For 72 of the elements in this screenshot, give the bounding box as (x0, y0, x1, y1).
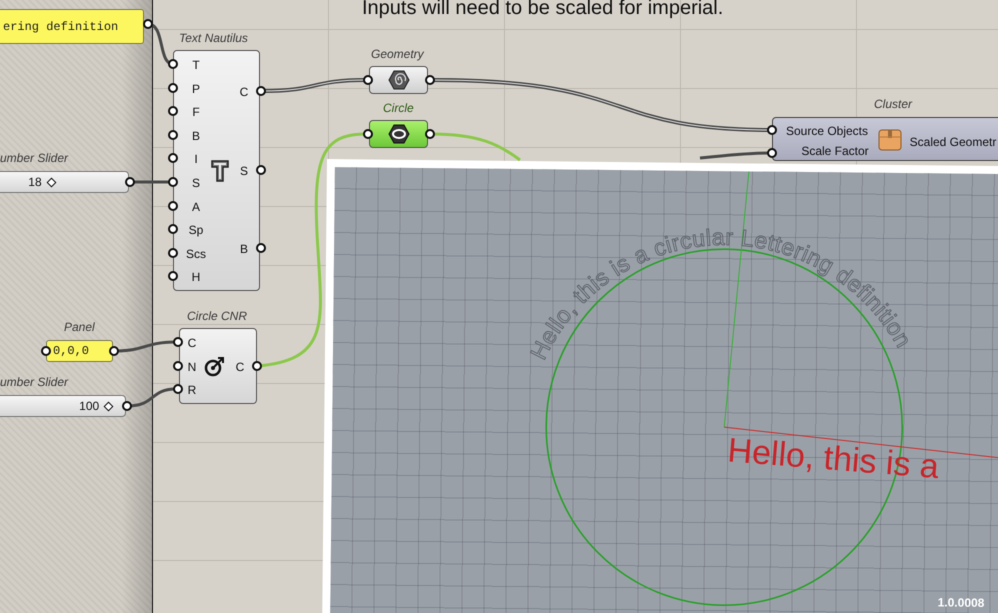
node-title: Text Nautilus (179, 31, 248, 45)
input-grip[interactable] (767, 148, 777, 158)
number-slider[interactable]: 100 (0, 395, 126, 417)
input-grip[interactable] (168, 224, 178, 234)
input-grip[interactable] (168, 200, 178, 211)
input-label: B (192, 128, 200, 143)
node-title: Circle CNR (187, 309, 247, 323)
cluster-component[interactable]: Source Objects Scale Factor Scaled Geometr (772, 117, 998, 161)
input-label: P (192, 82, 200, 96)
number-slider[interactable]: 18 (0, 171, 129, 193)
input-grip[interactable] (41, 346, 51, 356)
text-nautilus-component[interactable]: T P F B I S A Sp Scs H C S B (173, 50, 260, 291)
output-grip[interactable] (109, 346, 119, 356)
output-grip[interactable] (425, 129, 435, 139)
text-tool-icon (209, 159, 231, 183)
box-icon (878, 128, 902, 152)
output-label: B (240, 242, 248, 256)
input-label: Sp (188, 223, 204, 238)
output-grip[interactable] (143, 19, 153, 29)
input-label: Scale Factor (801, 144, 869, 158)
input-label: F (192, 105, 200, 120)
output-grip[interactable] (252, 361, 262, 371)
input-label: Scs (186, 246, 206, 261)
output-label: C (240, 85, 248, 99)
node-title: umber Slider (0, 375, 68, 389)
node-title: Panel (64, 320, 95, 334)
input-grip[interactable] (168, 59, 178, 69)
node-title: Geometry (371, 47, 424, 61)
input-grip[interactable] (363, 75, 373, 85)
version-label: 1.0.0008 (938, 595, 984, 610)
flat-text: Hello, this is a (726, 431, 940, 486)
circle-parameter[interactable] (369, 120, 428, 148)
input-grip[interactable] (168, 82, 178, 93)
input-grip[interactable] (168, 153, 178, 164)
point-panel[interactable]: 0,0,0 (46, 340, 113, 362)
input-grip[interactable] (168, 130, 178, 140)
input-label: I (194, 152, 198, 166)
input-label: T (192, 58, 200, 72)
input-label: R (188, 383, 196, 397)
output-label: S (240, 164, 248, 178)
output-grip[interactable] (125, 177, 135, 187)
input-label: A (192, 200, 200, 214)
input-label: Source Objects (786, 124, 868, 138)
geometry-parameter[interactable] (369, 66, 428, 94)
input-grip[interactable] (168, 177, 178, 187)
output-label: C (236, 360, 244, 374)
circle-cnr-component[interactable]: C N R C (179, 328, 257, 404)
node-title: Circle (383, 101, 414, 115)
output-grip[interactable] (256, 86, 266, 96)
output-label: Scaled Geometr (910, 135, 996, 149)
spiral-icon (388, 70, 410, 90)
output-grip[interactable] (256, 243, 266, 253)
target-arrow-icon (204, 355, 226, 377)
input-grip[interactable] (168, 271, 178, 282)
input-label: C (188, 336, 196, 350)
input-grip[interactable] (168, 248, 178, 258)
output-grip[interactable] (122, 401, 132, 411)
input-grip[interactable] (173, 384, 183, 394)
input-grip[interactable] (173, 360, 183, 370)
node-title: Cluster (874, 97, 912, 111)
input-grip[interactable] (173, 337, 183, 347)
output-grip[interactable] (425, 75, 435, 85)
text-panel[interactable]: ering definition (0, 9, 144, 44)
input-grip[interactable] (363, 129, 373, 139)
input-label: H (192, 270, 200, 284)
input-label: S (192, 176, 200, 190)
input-grip[interactable] (767, 125, 777, 135)
ring-icon (388, 124, 410, 144)
input-label: N (188, 360, 196, 374)
input-grip[interactable] (168, 106, 178, 116)
node-title: umber Slider (0, 151, 68, 165)
output-grip[interactable] (256, 164, 266, 174)
